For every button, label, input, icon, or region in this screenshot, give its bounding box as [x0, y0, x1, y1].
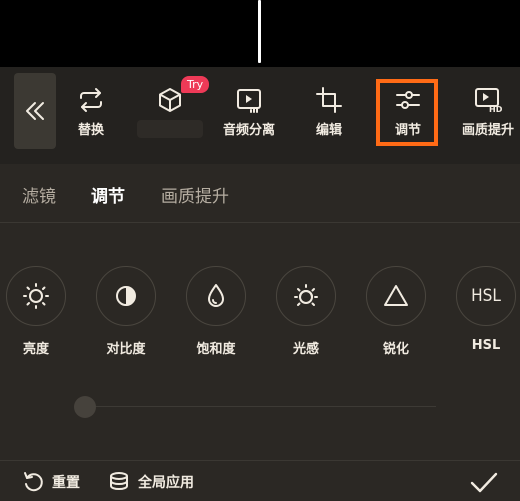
- layers-icon: [110, 472, 128, 491]
- adjust-label: 对比度: [106, 342, 146, 357]
- apply-all-button[interactable]: 全局应用: [108, 470, 194, 494]
- adjust-brightness[interactable]: 亮度: [4, 266, 68, 357]
- tool-label: 编辑: [315, 123, 342, 138]
- apply-all-label: 全局应用: [138, 475, 194, 491]
- adjust-label: 光感: [292, 342, 319, 357]
- intensity-slider-track[interactable]: [80, 406, 436, 407]
- video-preview: [0, 0, 520, 67]
- tool-hd-enhance[interactable]: HD 画质提升: [449, 67, 520, 164]
- svg-text:HD: HD: [489, 105, 502, 113]
- adjust-button[interactable]: [6, 266, 66, 326]
- bottom-bar: 重置 全局应用: [0, 460, 520, 501]
- saturation-icon: [208, 284, 224, 307]
- 3d-cube-icon: [159, 88, 181, 112]
- tab-adjust[interactable]: 调节: [91, 182, 125, 207]
- adjust-button[interactable]: [366, 266, 426, 326]
- adjust-label: HSL: [471, 338, 501, 353]
- tool-label: 画质提升: [461, 123, 514, 138]
- reset-label: 重置: [52, 475, 80, 491]
- sub-tabs: 滤镜 调节 画质提升: [0, 164, 520, 223]
- adjust-highlight-box: [376, 79, 438, 146]
- confirm-button[interactable]: [470, 471, 498, 499]
- adjust-label: 饱和度: [196, 342, 236, 357]
- adjust-label: 亮度: [22, 342, 49, 357]
- adjust-button[interactable]: [276, 266, 336, 326]
- tab-hd-enhance[interactable]: 画质提升: [161, 182, 229, 207]
- double-chevron-left-icon: [26, 102, 44, 120]
- checkmark-icon: [470, 472, 498, 493]
- adjust-button[interactable]: [186, 266, 246, 326]
- adjust-label: 锐化: [382, 342, 409, 357]
- light-sense-icon: [294, 284, 318, 306]
- tool-label-placeholder: [137, 120, 203, 138]
- tool-audio-separate[interactable]: 音频分离: [210, 67, 288, 164]
- brightness-icon: [23, 283, 49, 309]
- try-badge: Try: [181, 76, 210, 93]
- edit-toolbar: 替换 Try 音频分离 编辑 调节 HD 画质提升: [0, 67, 520, 164]
- adjust-button[interactable]: [96, 266, 156, 326]
- tab-filter[interactable]: 滤镜: [22, 182, 56, 207]
- replace-icon: [80, 88, 102, 112]
- adjust-saturation[interactable]: 饱和度: [184, 266, 248, 357]
- adjust-light-sense[interactable]: 光感: [274, 266, 338, 357]
- intensity-slider-knob[interactable]: [74, 396, 96, 418]
- adjust-contrast[interactable]: 对比度: [94, 266, 158, 357]
- adjust-sharpen[interactable]: 锐化: [364, 266, 428, 357]
- tool-edit[interactable]: 编辑: [290, 67, 368, 164]
- crop-icon: [316, 87, 342, 113]
- adjust-hsl[interactable]: HSL HSL: [454, 266, 518, 353]
- tool-label: 音频分离: [222, 123, 275, 138]
- contrast-icon: [116, 286, 136, 306]
- reset-icon: [24, 472, 43, 492]
- reset-button[interactable]: 重置: [22, 470, 80, 494]
- hd-enhance-icon: HD: [475, 88, 502, 113]
- audio-separate-icon: [237, 89, 261, 113]
- hsl-icon: HSL: [471, 286, 501, 306]
- playhead[interactable]: [258, 0, 261, 63]
- tool-replace[interactable]: 替换: [52, 67, 130, 164]
- sharpen-icon: [384, 285, 408, 306]
- collapse-button[interactable]: [14, 73, 56, 149]
- tool-label: 替换: [77, 123, 104, 138]
- adjust-button[interactable]: HSL: [456, 266, 516, 326]
